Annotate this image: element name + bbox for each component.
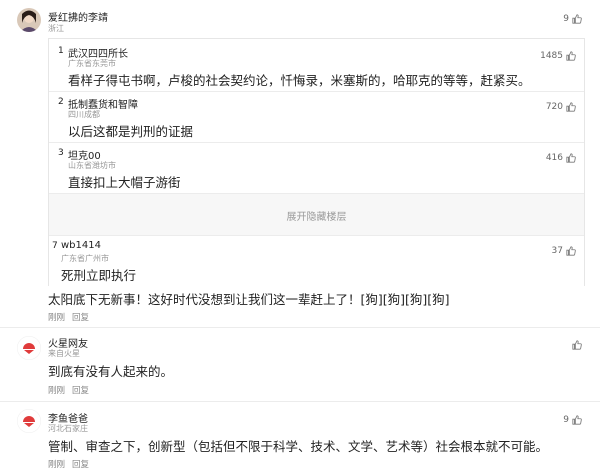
divider [0, 401, 600, 402]
like-count: 9 [563, 14, 569, 24]
divider [0, 327, 600, 328]
like-count: 416 [545, 153, 563, 163]
comment-time: 刚刚 [48, 460, 66, 470]
reply-index: 2 [58, 97, 64, 107]
like-button[interactable]: 37 [552, 246, 576, 256]
comment-author[interactable]: 爱红拂的李靖 [48, 9, 108, 24]
thumbs-up-icon [566, 102, 576, 112]
comment-location: 河北石家庄 [48, 424, 88, 433]
avatar[interactable] [17, 8, 41, 32]
comment-location: 来自火星 [48, 349, 80, 358]
reply-author[interactable]: wb1414 [61, 240, 101, 251]
reply-item: 3 坦克00 山东省潍坊市 416 直接扣上大帽子游街 [49, 143, 584, 194]
thumbs-up-icon [572, 14, 582, 24]
expand-hidden-replies-button[interactable]: 展开隐藏楼层 [49, 208, 584, 223]
reply-text: 以后这都是判刑的证据 [68, 124, 194, 139]
reply-text: 直接扣上大帽子游街 [68, 175, 181, 190]
reply-index: 1 [58, 46, 64, 56]
thumbs-up-icon [566, 153, 576, 163]
reply-button[interactable]: 回复 [72, 458, 89, 470]
comment-location: 浙江 [48, 24, 64, 33]
like-count: 37 [551, 246, 563, 256]
thumbs-up-icon [566, 51, 576, 61]
comment-text: 管制、审查之下，创新型（包括但不限于科学、技术、文学、艺术等）社会根本就不可能。 [48, 439, 549, 454]
reply-location: 广东省东莞市 [68, 59, 116, 68]
like-button[interactable]: 416 [546, 153, 576, 163]
thumbs-up-icon [566, 246, 576, 256]
comment-text: 太阳底下无新事！这好时代没想到让我们这一辈赶上了！[狗][狗][狗][狗] [48, 292, 450, 307]
thumbs-up-icon [572, 415, 582, 425]
like-count: 1485 [540, 51, 563, 61]
reply-index: 3 [58, 148, 64, 158]
avatar[interactable] [17, 336, 41, 360]
reply-button[interactable]: 回复 [72, 311, 89, 323]
comment-time: 刚刚 [48, 386, 66, 396]
comment-time: 刚刚 [48, 313, 66, 323]
reply-item: 1 武汉四四所长 广东省东莞市 1485 看样子得屯书啊，卢梭的社会契约论，忏悔… [49, 39, 584, 92]
comment-text: 到底有没有人起来的。 [48, 364, 174, 379]
reply-location: 山东省潍坊市 [68, 161, 116, 170]
thumbs-up-icon [572, 340, 582, 350]
reply-text: 死刑立即执行 [61, 268, 137, 283]
reply-item: 7 wb1414 广东省广州市 37 死刑立即执行 [49, 235, 584, 287]
like-button[interactable]: 720 [546, 102, 576, 112]
reply-text: 看样子得屯书啊，卢梭的社会契约论，忏悔录，米塞斯的，哈耶克的等等，赶紧买。 [68, 73, 531, 88]
reply-thread: 1 武汉四四所长 广东省东莞市 1485 看样子得屯书啊，卢梭的社会契约论，忏悔… [48, 38, 585, 287]
like-count: 9 [563, 415, 569, 425]
reply-item: 2 抵制蠢货和智障 四川成都 720 以后这都是判刑的证据 [49, 92, 584, 143]
like-button[interactable]: 9 [563, 415, 582, 425]
reply-button[interactable]: 回复 [72, 384, 89, 396]
like-count: 720 [545, 102, 563, 112]
reply-location: 广东省广州市 [61, 254, 109, 263]
reply-index: 7 [52, 241, 58, 251]
avatar[interactable] [17, 409, 41, 433]
like-button[interactable] [572, 340, 582, 350]
like-button[interactable]: 9 [563, 14, 582, 24]
reply-location: 四川成都 [68, 110, 100, 119]
like-button[interactable]: 1485 [540, 51, 576, 61]
